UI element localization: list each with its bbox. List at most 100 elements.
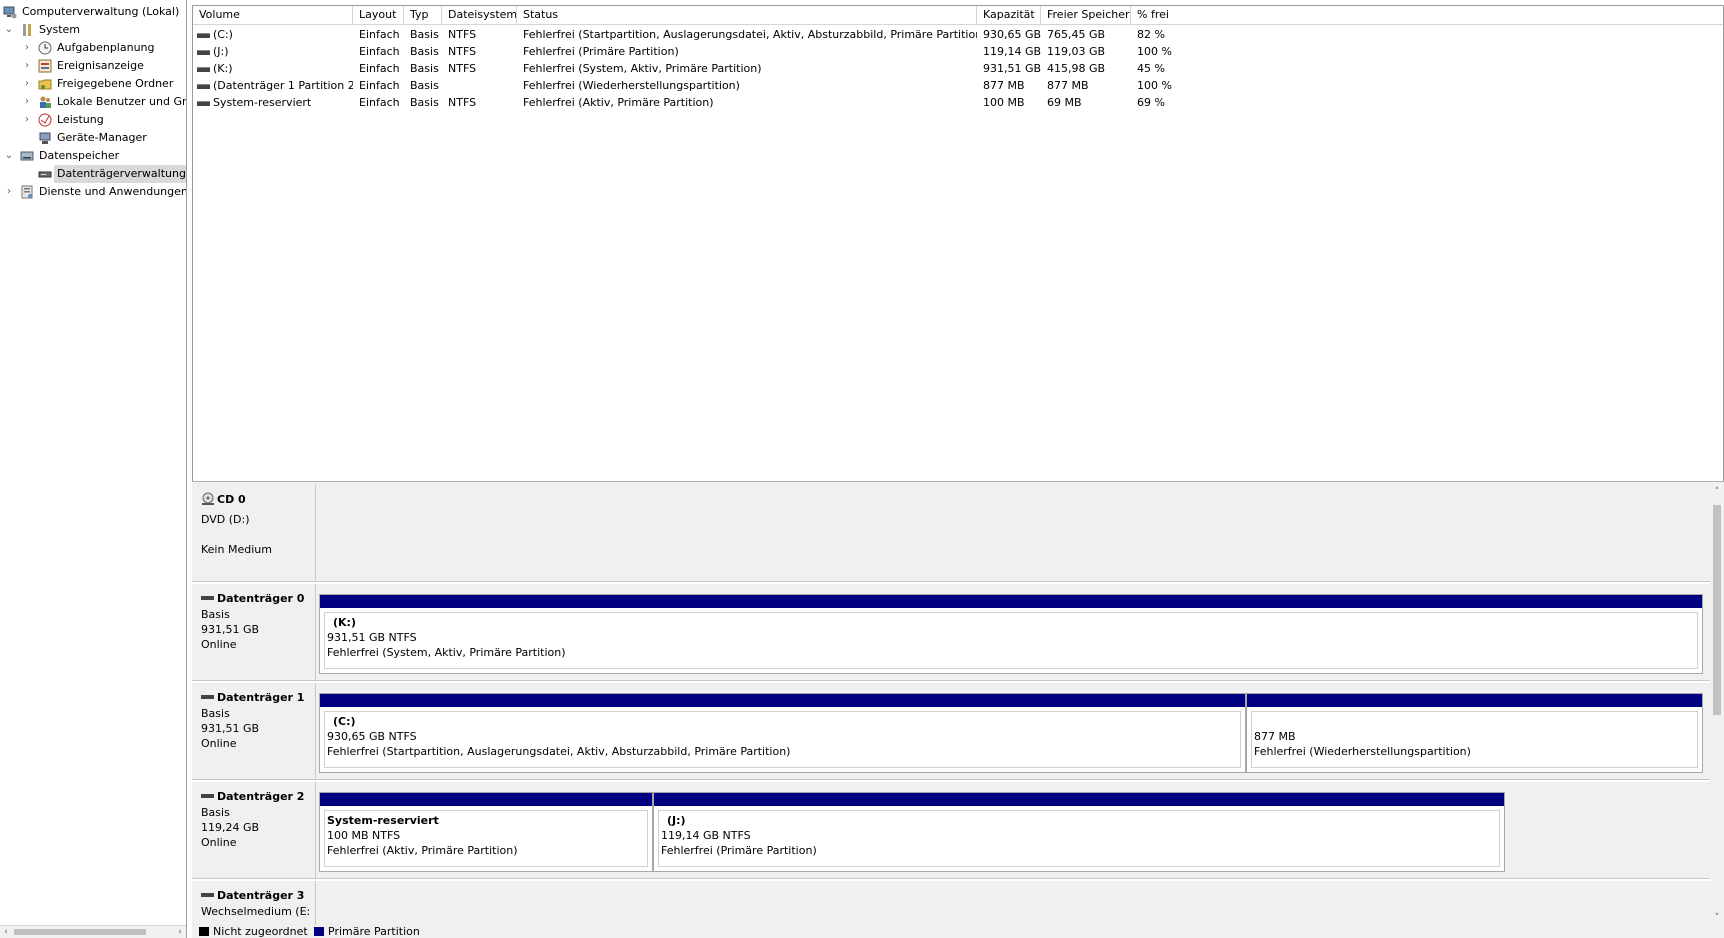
- scroll-left-icon[interactable]: ‹: [0, 926, 12, 938]
- cell-volume: (J:): [213, 45, 229, 58]
- cell-status: Fehlerfrei (Wiederherstellungspartition): [523, 79, 740, 92]
- disk-status: Kein Medium: [201, 543, 272, 556]
- disk-info-2[interactable]: Datenträger 2 Basis 119,24 GB Online: [192, 782, 316, 881]
- disk-info-3[interactable]: Datenträger 3 Wechselmedium (E:: [192, 881, 316, 925]
- partition-size: 877 MB: [1254, 730, 1296, 743]
- storage-icon: [20, 151, 34, 161]
- column-header-layout[interactable]: Layout: [353, 6, 404, 24]
- column-header-volume[interactable]: Volume: [193, 6, 353, 24]
- tree-item-computerverwaltung[interactable]: Computerverwaltung (Lokal): [0, 3, 186, 21]
- cell-prozent-frei: 69 %: [1137, 96, 1165, 109]
- partition-size: 930,65 GB NTFS: [327, 730, 417, 743]
- column-header-freier-speicher[interactable]: Freier Speicher: [1041, 6, 1131, 24]
- tree-item-datenspeicher[interactable]: ⌄ Datenspeicher: [0, 147, 186, 165]
- disk-name: CD 0: [201, 492, 246, 506]
- scroll-right-icon[interactable]: ›: [174, 926, 186, 938]
- disk-info-1[interactable]: Datenträger 1 Basis 931,51 GB Online: [192, 683, 316, 782]
- column-header-typ[interactable]: Typ: [404, 6, 442, 24]
- event-viewer-icon: [38, 59, 52, 73]
- device-manager-icon: [39, 132, 51, 144]
- partition-size: 931,51 GB NTFS: [327, 631, 417, 644]
- chevron-right-icon[interactable]: ›: [22, 93, 32, 111]
- chevron-right-icon[interactable]: ›: [22, 111, 32, 129]
- cell-dateisystem: NTFS: [448, 28, 477, 41]
- disk-name-label: CD 0: [217, 493, 246, 506]
- primary-partition-swatch: [314, 927, 324, 936]
- tree-item-dienste[interactable]: › Dienste und Anwendungen: [0, 183, 186, 201]
- cell-prozent-frei: 100 %: [1137, 45, 1172, 58]
- partition-k[interactable]: (K:) 931,51 GB NTFS Fehlerfrei (System, …: [319, 594, 1703, 674]
- partition-c[interactable]: (C:) 930,65 GB NTFS Fehlerfrei (Startpar…: [319, 693, 1246, 773]
- cell-typ: Basis: [410, 45, 439, 58]
- tree-item-label: Aufgabenplanung: [57, 41, 155, 54]
- cell-dateisystem: NTFS: [448, 62, 477, 75]
- partition-text: 877 MB Fehlerfrei (Wiederherstellungspar…: [1254, 729, 1471, 759]
- shared-folder-icon: [38, 79, 52, 90]
- disk-view-vertical-scrollbar[interactable]: ˄ ˅: [1710, 485, 1724, 925]
- disk-size: 931,51 GB: [201, 623, 260, 636]
- tree-item-ereignisanzeige[interactable]: › Ereignisanzeige: [0, 57, 186, 75]
- disk-type: Basis: [201, 707, 230, 720]
- primary-partition-bar: [320, 595, 1702, 608]
- disk-icon: [201, 794, 214, 798]
- partition-text: System-reserviert 100 MB NTFS Fehlerfrei…: [327, 813, 518, 858]
- cell-kapazitaet: 931,51 GB: [983, 62, 1041, 75]
- tree-item-lokale-benutzer[interactable]: › Lokale Benutzer und Gr: [0, 93, 186, 111]
- disk-name: Datenträger 1: [201, 691, 304, 704]
- disk-icon: [201, 893, 214, 897]
- tree-item-freigegebene-ordner[interactable]: › Freigegebene Ordner: [0, 75, 186, 93]
- chevron-right-icon[interactable]: ›: [22, 75, 32, 93]
- tree-item-leistung[interactable]: › Leistung: [0, 111, 186, 129]
- partition-recovery[interactable]: 877 MB Fehlerfrei (Wiederherstellungspar…: [1246, 693, 1703, 773]
- cell-status: Fehlerfrei (System, Aktiv, Primäre Parti…: [523, 62, 762, 75]
- chevron-right-icon[interactable]: ›: [4, 183, 14, 201]
- disk-info-cd0[interactable]: CD 0 DVD (D:) Kein Medium: [192, 485, 316, 584]
- disk-size: 119,24 GB: [201, 821, 260, 834]
- tree-horizontal-scrollbar[interactable]: ‹ ›: [0, 925, 186, 938]
- cell-kapazitaet: 119,14 GB: [983, 45, 1041, 58]
- disk-info-0[interactable]: Datenträger 0 Basis 931,51 GB Online: [192, 584, 316, 683]
- scroll-up-icon[interactable]: ˄: [1710, 485, 1724, 499]
- services-icon: [21, 185, 33, 199]
- cell-layout: Einfach: [359, 62, 400, 75]
- column-header-status[interactable]: Status: [517, 6, 977, 24]
- cell-typ: Basis: [410, 79, 439, 92]
- chevron-right-icon[interactable]: ›: [22, 39, 32, 57]
- partition-text: (C:) 930,65 GB NTFS Fehlerfrei (Startpar…: [327, 714, 790, 759]
- tree-item-aufgabenplanung[interactable]: › Aufgabenplanung: [0, 39, 186, 57]
- table-row[interactable]: (J:) Einfach Basis NTFS Fehlerfrei (Prim…: [193, 43, 1723, 60]
- legend-primary-partition: Primäre Partition: [328, 925, 420, 938]
- partition-j[interactable]: (J:) 119,14 GB NTFS Fehlerfrei (Primäre …: [653, 792, 1505, 872]
- chevron-down-icon[interactable]: ⌄: [4, 21, 14, 39]
- cell-freier-speicher: 119,03 GB: [1047, 45, 1106, 58]
- scrollbar-thumb[interactable]: [1713, 505, 1721, 715]
- table-row[interactable]: (Datenträger 1 Partition 2) Einfach Basi…: [193, 77, 1723, 94]
- disk-name-label: Datenträger 2: [217, 790, 305, 803]
- scrollbar-thumb[interactable]: [14, 929, 146, 935]
- chevron-right-icon[interactable]: ›: [22, 57, 32, 75]
- tree-item-label: Computerverwaltung (Lokal): [22, 5, 180, 18]
- tree-item-system[interactable]: ⌄ System: [0, 21, 186, 39]
- cell-layout: Einfach: [359, 79, 400, 92]
- disk-type: Wechselmedium (E:: [201, 905, 311, 918]
- column-header-kapazitaet[interactable]: Kapazität: [977, 6, 1041, 24]
- partition-text: (J:) 119,14 GB NTFS Fehlerfrei (Primäre …: [661, 813, 817, 858]
- column-header-dateisystem[interactable]: Dateisystem: [442, 6, 517, 24]
- cell-layout: Einfach: [359, 45, 400, 58]
- cell-freier-speicher: 415,98 GB: [1047, 62, 1106, 75]
- primary-partition-bar: [320, 694, 1245, 707]
- column-header-prozent-frei[interactable]: % frei: [1131, 6, 1723, 24]
- cell-prozent-frei: 100 %: [1137, 79, 1172, 92]
- cell-typ: Basis: [410, 96, 439, 109]
- partition-system-reserved[interactable]: System-reserviert 100 MB NTFS Fehlerfrei…: [319, 792, 653, 872]
- table-row[interactable]: System-reserviert Einfach Basis NTFS Feh…: [193, 94, 1723, 111]
- tree-item-geraete-manager[interactable]: Geräte-Manager: [0, 129, 186, 147]
- scroll-down-icon[interactable]: ˅: [1710, 911, 1724, 925]
- disk-status: Online: [201, 737, 237, 750]
- table-row[interactable]: (C:) Einfach Basis NTFS Fehlerfrei (Star…: [193, 26, 1723, 43]
- table-row[interactable]: (K:) Einfach Basis NTFS Fehlerfrei (Syst…: [193, 60, 1723, 77]
- partition-status: Fehlerfrei (System, Aktiv, Primäre Parti…: [327, 646, 566, 659]
- disk-name-label: Datenträger 1: [217, 691, 305, 704]
- chevron-down-icon[interactable]: ⌄: [4, 147, 14, 165]
- tree-item-datentraegerverwaltung[interactable]: Datenträgerverwaltung: [0, 165, 186, 183]
